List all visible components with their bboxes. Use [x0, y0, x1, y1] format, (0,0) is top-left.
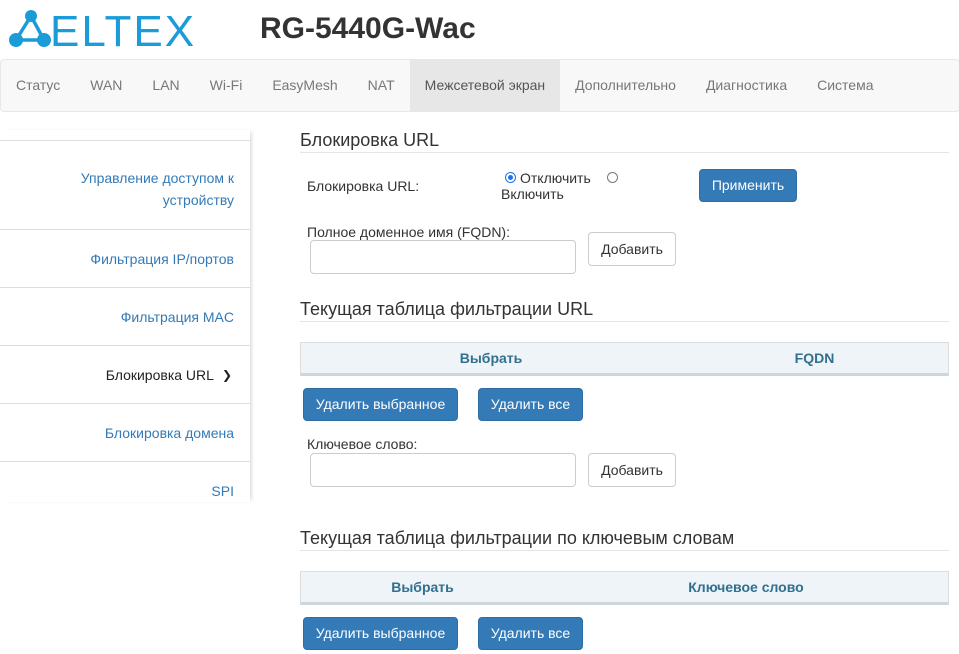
url-table-header: Выбрать FQDN	[300, 342, 949, 376]
sidebar-item-spi[interactable]: SPI	[0, 462, 250, 520]
nav-nat[interactable]: NAT	[353, 60, 410, 111]
sidebar: Управление доступом к устройству Фильтра…	[0, 130, 250, 502]
chevron-right-icon: ❯	[221, 367, 232, 382]
column-keyword: Ключевое слово	[688, 579, 804, 595]
delete-all-url-button[interactable]: Удалить все	[478, 388, 583, 421]
sidebar-item-ip-port-filter[interactable]: Фильтрация IP/портов	[0, 230, 250, 288]
sidebar-item-url-block[interactable]: Блокировка URL ❯	[0, 346, 250, 404]
radio-enable[interactable]	[607, 172, 618, 183]
add-fqdn-button[interactable]: Добавить	[588, 232, 676, 266]
keyword-input[interactable]	[310, 453, 576, 487]
eltex-logo: ELTEX	[9, 9, 196, 49]
add-keyword-button[interactable]: Добавить	[588, 453, 676, 487]
nav-easymesh[interactable]: EasyMesh	[257, 60, 352, 111]
delete-selected-keyword-button[interactable]: Удалить выбранное	[303, 617, 458, 650]
radio-disable-label: Отключить	[520, 170, 591, 186]
nav-status[interactable]: Статус	[1, 60, 75, 111]
nav-wan[interactable]: WAN	[75, 60, 137, 111]
sidebar-item-label: SPI	[211, 483, 234, 499]
sidebar-item-label: Блокировка URL	[105, 366, 214, 383]
sidebar-item-label: Управление доступом к устройству	[80, 170, 234, 208]
nav-wifi[interactable]: Wi-Fi	[195, 60, 258, 111]
column-select: Выбрать	[459, 350, 523, 366]
sidebar-item-domain-block[interactable]: Блокировка домена	[0, 404, 250, 462]
url-table-title: Текущая таблица фильтрации URL	[300, 299, 949, 322]
url-block-label: Блокировка URL:	[307, 178, 420, 194]
model-title: RG-5440G-Wac	[260, 12, 476, 45]
keyword-table-header: Выбрать Ключевое слово	[300, 571, 949, 605]
column-select: Выбрать	[391, 579, 454, 595]
keyword-label: Ключевое слово:	[307, 436, 418, 452]
sidebar-item-label: Блокировка домена	[104, 424, 234, 441]
top-navbar: Статус WAN LAN Wi-Fi EasyMesh NAT Межсет…	[0, 59, 959, 112]
fqdn-label: Полное доменное имя (FQDN):	[307, 224, 510, 240]
nav-advanced[interactable]: Дополнительно	[560, 60, 691, 111]
delete-selected-url-button[interactable]: Удалить выбранное	[303, 388, 458, 421]
sidebar-item-label: Фильтрация MAC	[120, 308, 234, 325]
url-block-title: Блокировка URL	[300, 130, 949, 153]
delete-all-keyword-button[interactable]: Удалить все	[478, 617, 583, 650]
radio-disable[interactable]	[505, 172, 516, 183]
radio-enable-label: Включить	[501, 186, 564, 202]
nav-firewall[interactable]: Межсетевой экран	[409, 60, 561, 111]
sidebar-item-mac-filter[interactable]: Фильтрация MAC	[0, 288, 250, 346]
column-fqdn: FQDN	[794, 350, 835, 366]
apply-button[interactable]: Применить	[699, 169, 797, 202]
sidebar-item-label: Фильтрация IP/портов	[90, 250, 234, 267]
sidebar-item-device-access[interactable]: Управление доступом к устройству	[0, 141, 250, 230]
nav-system[interactable]: Система	[802, 60, 888, 111]
fqdn-input[interactable]	[310, 240, 576, 274]
nav-diagnostics[interactable]: Диагностика	[691, 60, 802, 111]
brand-wordmark: ELTEX	[50, 9, 196, 49]
nav-lan[interactable]: LAN	[137, 60, 194, 111]
keyword-table-title: Текущая таблица фильтрации по ключевым с…	[300, 528, 949, 551]
